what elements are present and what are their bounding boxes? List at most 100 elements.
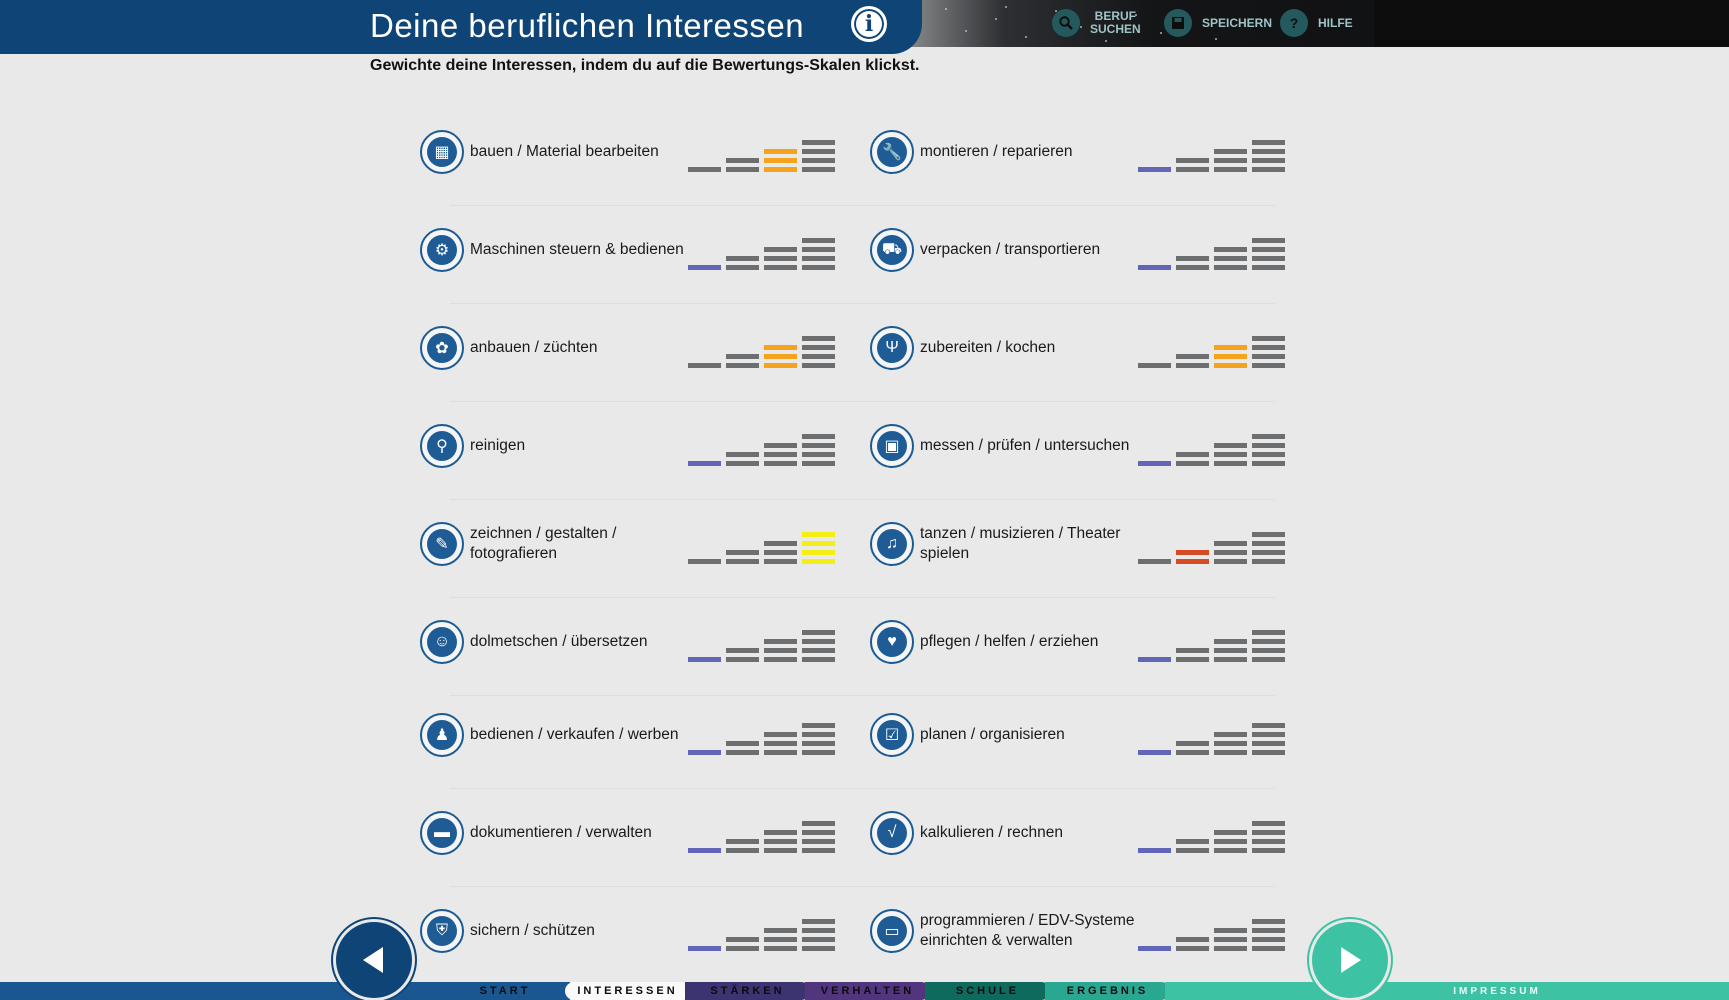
search-job-button[interactable]: BERUF SUCHEN (1052, 8, 1141, 38)
rating-bar-4[interactable] (802, 526, 835, 564)
rating-bar-1[interactable] (1138, 744, 1171, 755)
rating-bar-3[interactable] (1214, 922, 1247, 951)
tab-staerken[interactable]: STÄRKEN (685, 982, 810, 1000)
rating-bar-4[interactable] (802, 913, 835, 951)
rating-scale[interactable] (1138, 624, 1288, 662)
save-button[interactable]: SPEICHERN (1164, 8, 1272, 38)
rating-bar-2[interactable] (726, 446, 759, 466)
rating-bar-3[interactable] (764, 922, 797, 951)
rating-bar-4[interactable] (1252, 330, 1285, 368)
rating-bar-1[interactable] (1138, 651, 1171, 662)
rating-bar-1[interactable] (1138, 259, 1171, 270)
rating-bar-1[interactable] (688, 744, 721, 755)
rating-bar-4[interactable] (802, 134, 835, 172)
rating-scale[interactable] (688, 815, 838, 853)
rating-bar-4[interactable] (1252, 717, 1285, 755)
rating-bar-3[interactable] (764, 726, 797, 755)
rating-scale[interactable] (688, 526, 838, 564)
rating-bar-4[interactable] (1252, 815, 1285, 853)
rating-bar-3[interactable] (764, 339, 797, 368)
rating-bar-1[interactable] (688, 553, 721, 564)
rating-scale[interactable] (1138, 526, 1288, 564)
rating-bar-1[interactable] (688, 940, 721, 951)
rating-scale[interactable] (1138, 232, 1288, 270)
rating-scale[interactable] (1138, 330, 1288, 368)
rating-bar-2[interactable] (726, 250, 759, 270)
rating-bar-4[interactable] (802, 428, 835, 466)
tab-ergebnis[interactable]: ERGEBNIS (1045, 982, 1170, 1000)
rating-scale[interactable] (688, 624, 838, 662)
rating-bar-3[interactable] (764, 241, 797, 270)
rating-bar-1[interactable] (1138, 940, 1171, 951)
rating-bar-3[interactable] (1214, 241, 1247, 270)
rating-bar-2[interactable] (1176, 735, 1209, 755)
rating-bar-2[interactable] (1176, 446, 1209, 466)
rating-bar-3[interactable] (1214, 535, 1247, 564)
rating-bar-2[interactable] (726, 348, 759, 368)
rating-bar-4[interactable] (802, 232, 835, 270)
rating-bar-4[interactable] (1252, 232, 1285, 270)
info-icon[interactable]: i (851, 6, 887, 42)
rating-bar-3[interactable] (764, 633, 797, 662)
rating-bar-2[interactable] (1176, 931, 1209, 951)
rating-scale[interactable] (1138, 428, 1288, 466)
rating-bar-1[interactable] (688, 357, 721, 368)
rating-bar-1[interactable] (688, 259, 721, 270)
rating-bar-4[interactable] (1252, 913, 1285, 951)
rating-bar-1[interactable] (688, 842, 721, 853)
next-button[interactable] (1312, 922, 1388, 998)
rating-scale[interactable] (688, 134, 838, 172)
rating-bar-3[interactable] (1214, 726, 1247, 755)
rating-scale[interactable] (1138, 717, 1288, 755)
rating-bar-2[interactable] (1176, 250, 1209, 270)
rating-bar-4[interactable] (802, 330, 835, 368)
rating-scale[interactable] (688, 330, 838, 368)
rating-bar-4[interactable] (1252, 428, 1285, 466)
rating-bar-3[interactable] (764, 143, 797, 172)
impressum-link[interactable]: IMPRESSUM (1165, 982, 1729, 1000)
back-button[interactable] (336, 922, 412, 998)
rating-bar-2[interactable] (726, 833, 759, 853)
rating-bar-4[interactable] (802, 815, 835, 853)
rating-bar-3[interactable] (764, 535, 797, 564)
rating-bar-3[interactable] (1214, 824, 1247, 853)
rating-bar-2[interactable] (1176, 833, 1209, 853)
rating-bar-2[interactable] (1176, 348, 1209, 368)
help-button[interactable]: ? HILFE (1280, 8, 1353, 38)
rating-bar-1[interactable] (688, 651, 721, 662)
rating-bar-4[interactable] (1252, 134, 1285, 172)
tab-start[interactable]: START (440, 982, 570, 1000)
rating-bar-3[interactable] (764, 437, 797, 466)
rating-bar-1[interactable] (1138, 455, 1171, 466)
rating-scale[interactable] (1138, 815, 1288, 853)
rating-scale[interactable] (688, 717, 838, 755)
rating-bar-4[interactable] (1252, 526, 1285, 564)
rating-bar-2[interactable] (1176, 544, 1209, 564)
tab-verhalten[interactable]: VERHALTEN (805, 982, 930, 1000)
rating-bar-2[interactable] (726, 152, 759, 172)
rating-bar-2[interactable] (726, 544, 759, 564)
rating-bar-4[interactable] (802, 624, 835, 662)
rating-bar-1[interactable] (688, 455, 721, 466)
rating-bar-1[interactable] (1138, 553, 1171, 564)
rating-bar-2[interactable] (726, 931, 759, 951)
rating-bar-2[interactable] (1176, 642, 1209, 662)
rating-scale[interactable] (1138, 913, 1288, 951)
rating-bar-1[interactable] (1138, 357, 1171, 368)
tab-interessen[interactable]: INTERESSEN (565, 982, 690, 1000)
rating-bar-3[interactable] (1214, 143, 1247, 172)
tab-schule[interactable]: SCHULE (925, 982, 1050, 1000)
rating-bar-2[interactable] (1176, 152, 1209, 172)
rating-bar-3[interactable] (1214, 633, 1247, 662)
rating-bar-3[interactable] (764, 824, 797, 853)
rating-bar-3[interactable] (1214, 339, 1247, 368)
rating-scale[interactable] (688, 913, 838, 951)
rating-bar-1[interactable] (1138, 842, 1171, 853)
rating-bar-1[interactable] (688, 161, 721, 172)
rating-bar-3[interactable] (1214, 437, 1247, 466)
rating-scale[interactable] (1138, 134, 1288, 172)
rating-bar-2[interactable] (726, 735, 759, 755)
rating-bar-1[interactable] (1138, 161, 1171, 172)
rating-scale[interactable] (688, 428, 838, 466)
rating-bar-2[interactable] (726, 642, 759, 662)
